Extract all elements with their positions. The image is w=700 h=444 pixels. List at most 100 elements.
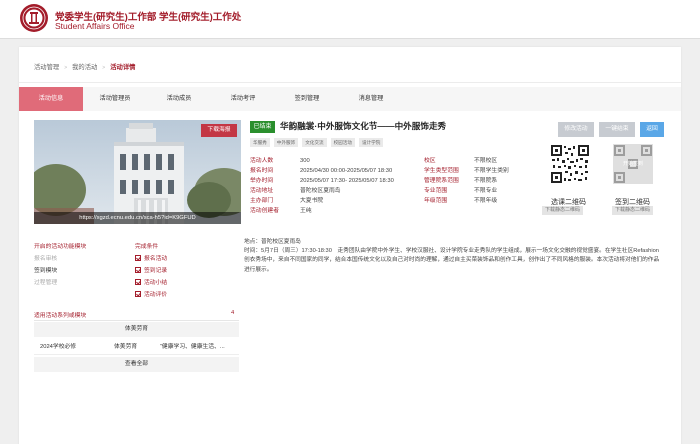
checkbox-icon	[135, 267, 141, 273]
tab-activity-members[interactable]: 活动成员	[147, 87, 211, 111]
info-value: 2025/05/07 17:30- 2025/05/07 18:30	[300, 178, 394, 184]
divider	[34, 320, 239, 321]
tag: 中外服饰	[273, 138, 299, 147]
info-key: 校区	[424, 158, 436, 164]
activity-poster: 下载海报 https://xgzd.ecnu.edu.cn/sca-h5?id=…	[34, 120, 241, 224]
series-cell: 2024学校必修	[40, 344, 77, 350]
office-name-en: Student Affairs Office	[55, 21, 135, 31]
info-key: 报名时间	[250, 168, 274, 174]
info-row: 举办时间 2025/05/07 17:30- 2025/05/07 18:30	[250, 176, 394, 186]
condition-item: 活动小结	[135, 277, 167, 289]
info-key: 活动创建者	[250, 208, 279, 214]
info-left-column: 活动人数 300 报名时间 2025/04/30 00:00-2025/05/07 …	[250, 156, 394, 216]
info-row: 活动人数 300	[250, 156, 394, 166]
condition-label: 报名活动	[144, 256, 168, 262]
info-value: 不限校区	[474, 158, 498, 164]
info-value: 不限学生类别	[474, 168, 509, 174]
info-value: 不限专业	[474, 188, 498, 194]
download-select-qr-button[interactable]: 下载静态二维码	[542, 206, 584, 215]
breadcrumb-activity-management[interactable]: 活动管理	[34, 64, 59, 71]
download-poster-button[interactable]: 下载海报	[201, 124, 237, 137]
tab-bar: 活动信息 活动管理员 活动成员 活动考评 签到管理 消息管理	[19, 87, 681, 111]
series-title: 适用活动系列或模块	[34, 313, 87, 319]
download-checkin-qr-button[interactable]: 下载静态二维码	[612, 206, 654, 215]
tab-checkin-management[interactable]: 签到管理	[275, 87, 339, 111]
tab-activity-admins[interactable]: 活动管理员	[83, 87, 147, 111]
tab-message-management[interactable]: 消息管理	[339, 87, 403, 111]
module-checkin: 签到模块	[34, 268, 58, 274]
tag: 华服秀	[250, 138, 270, 147]
description-location: 地点：普陀校区夏雨岛	[244, 239, 301, 245]
description-text: 时间：5月7日（周三）17:30-18:30 走秀团队由学院中外学生、学校汉服社…	[244, 248, 660, 273]
info-row: 校区 不限校区	[424, 156, 509, 166]
activity-detail-card: 活动管理 > 我的活动 > 活动详情 活动信息 活动管理员 活动成员 活动考评 签到管理…	[19, 47, 681, 444]
end-activity-button[interactable]: 一键结束	[599, 122, 635, 137]
tab-activity-info[interactable]: 活动信息	[19, 87, 83, 111]
tag: 校园活动	[330, 138, 355, 147]
info-row: 管理院系范围 不限院系	[424, 176, 509, 186]
series-cell: 体美劳育	[114, 344, 138, 350]
tab-activity-evaluation[interactable]: 活动考评	[211, 87, 275, 111]
tag: 设计学院	[358, 138, 384, 147]
info-value: 大夏书院	[300, 198, 324, 204]
checkbox-icon	[135, 279, 141, 285]
breadcrumb-current: 活动详情	[110, 64, 136, 71]
info-value: 不限院系	[474, 178, 498, 184]
condition-label: 签到记录	[144, 268, 168, 274]
info-key: 管理院系范围	[424, 178, 459, 184]
tag: 文化交流	[302, 138, 327, 147]
info-key: 主办部门	[250, 198, 274, 204]
completion-conditions-title: 完成条件	[135, 244, 159, 250]
completion-conditions-list: 报名活动 签到记录 活动小结 活动评价	[135, 253, 167, 301]
divider	[19, 82, 681, 83]
info-row: 学生类型范围 不限学生类别	[424, 166, 509, 176]
top-header: 党委学生(研究生)工作部 学生(研究生)工作处 Student Affairs …	[0, 0, 700, 39]
info-row: 报名时间 2025/04/30 00:00-2025/05/07 18:30	[250, 166, 394, 176]
condition-label: 活动评价	[144, 292, 168, 298]
enabled-modules-title: 开启的活动功能模块	[34, 244, 87, 250]
breadcrumb-separator-icon: >	[64, 65, 68, 71]
breadcrumb-my-activities[interactable]: 我的活动	[72, 64, 97, 71]
back-button[interactable]: 返回	[640, 122, 664, 137]
series-count: 4	[231, 310, 235, 316]
event-title: 华韵融裳·中外服饰文化节——中外服饰走秀	[280, 121, 447, 131]
info-key: 学生类型范围	[424, 168, 459, 174]
info-value: 不限年级	[474, 198, 498, 204]
poster-url: https://xgzd.ecnu.edu.cn/sca-h5?id=K9GFU…	[34, 212, 241, 224]
university-seal-icon	[20, 4, 48, 32]
activity-description: 地点：普陀校区夏雨岛 时间：5月7日（周三）17:30-18:30 走秀团队由学…	[244, 238, 664, 275]
series-header: 体美劳育	[34, 322, 239, 337]
info-key: 举办时间	[250, 178, 274, 184]
enabled-modules-list: 报名审核 签到模块 过程管理	[34, 253, 57, 289]
select-qr-code[interactable]	[550, 144, 590, 184]
edit-activity-button[interactable]: 修改活动	[558, 122, 594, 137]
breadcrumb: 活动管理 > 我的活动 > 活动详情	[34, 62, 135, 71]
condition-item: 签到记录	[135, 265, 167, 277]
info-key: 专业范围	[424, 188, 448, 194]
breadcrumb-separator-icon: >	[102, 65, 106, 71]
module-registration-review: 报名审核	[34, 256, 58, 262]
info-value: 2025/04/30 00:00-2025/05/07 18:30	[300, 168, 393, 174]
info-value: 300	[300, 158, 310, 164]
info-row: 年级范围 不限年级	[424, 196, 509, 206]
info-value: 王纯	[300, 208, 312, 214]
condition-label: 活动小结	[144, 280, 168, 286]
info-row: 主办部门 大夏书院	[250, 196, 394, 206]
checkin-qr-code[interactable]: 开始签到	[613, 144, 653, 184]
info-key: 年级范围	[424, 198, 448, 204]
module-process-management: 过程管理	[34, 280, 58, 286]
info-row: 活动地址 普陀校区夏雨岛	[250, 186, 394, 196]
info-key: 活动人数	[250, 158, 274, 164]
condition-item: 活动评价	[135, 289, 167, 301]
start-checkin-button[interactable]: 开始签到	[613, 160, 653, 167]
info-value: 普陀校区夏雨岛	[300, 188, 341, 194]
status-badge: 已结束	[250, 121, 275, 133]
info-right-column: 校区 不限校区 学生类型范围 不限学生类别 管理院系范围 不限院系 专业范围 不限专业 …	[424, 156, 509, 206]
series-cell: “健康学习、健康生活、...	[160, 344, 225, 350]
tag-list: 华服秀 中外服饰 文化交流 校园活动 设计学院	[250, 138, 384, 147]
checkbox-icon	[135, 291, 141, 297]
table-row[interactable]: 2024学校必修 体美劳育 “健康学习、健康生活、...	[34, 340, 239, 355]
condition-item: 报名活动	[135, 253, 167, 265]
info-row: 活动创建者 王纯	[250, 206, 394, 216]
view-all-button[interactable]: 查看全部	[34, 357, 239, 372]
